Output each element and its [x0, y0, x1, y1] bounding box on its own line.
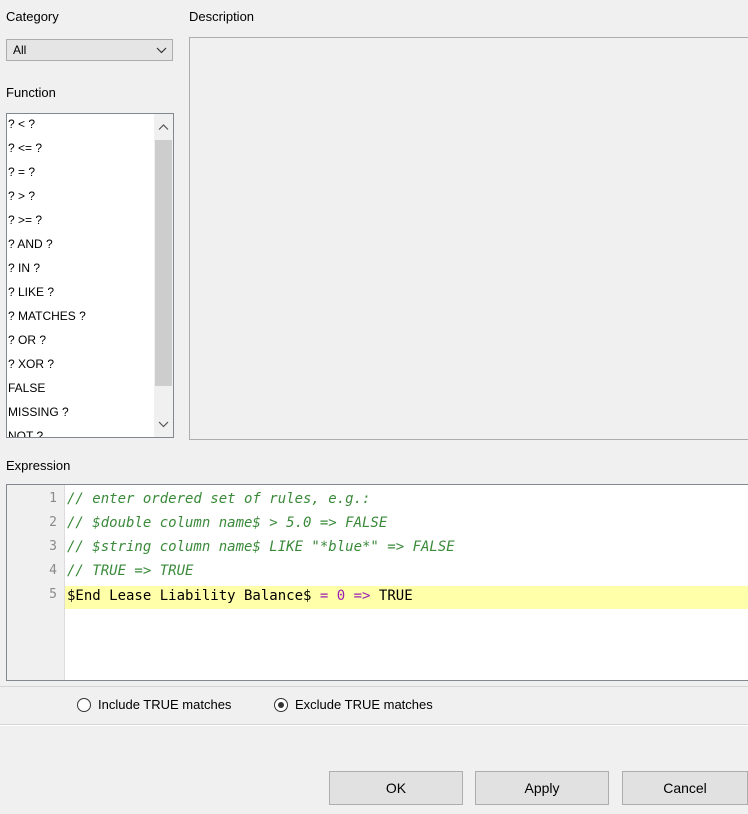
code-line: // enter ordered set of rules, e.g.: — [67, 491, 371, 507]
function-item[interactable]: NOT ? — [8, 428, 43, 437]
description-panel — [189, 37, 748, 440]
rule-arrow: => — [353, 588, 371, 604]
line-number: 1 — [49, 491, 57, 506]
category-select[interactable]: All — [6, 39, 173, 61]
category-selected-value: All — [13, 43, 27, 57]
rule-column: $End Lease Liability Balance$ — [67, 588, 312, 604]
function-list[interactable]: ? < ? ? <= ? ? = ? ? > ? ? >= ? ? AND ? … — [6, 113, 174, 438]
line-number: 4 — [49, 563, 57, 578]
chevron-down-icon — [156, 47, 167, 54]
description-label: Description — [189, 9, 255, 24]
category-label: Category — [6, 9, 59, 24]
line-number: 5 — [49, 587, 57, 602]
expression-label: Expression — [6, 458, 71, 473]
radio-selected-dot — [278, 702, 284, 708]
chevron-down-icon[interactable] — [158, 419, 169, 430]
function-item[interactable]: ? IN ? — [8, 260, 40, 284]
function-item[interactable]: ? <= ? — [8, 140, 42, 164]
exclude-true-matches-radio[interactable] — [274, 698, 288, 712]
include-true-matches-label: Include TRUE matches — [98, 697, 232, 712]
divider — [0, 725, 748, 726]
function-item[interactable]: ? > ? — [8, 188, 35, 212]
function-item[interactable]: ? < ? — [8, 116, 35, 140]
function-item[interactable]: ? OR ? — [8, 332, 46, 356]
function-item[interactable]: FALSE — [8, 380, 45, 404]
scrollbar-thumb[interactable] — [155, 140, 172, 386]
function-item[interactable]: ? LIKE ? — [8, 284, 54, 308]
code-line: // TRUE => TRUE — [67, 563, 194, 579]
function-label: Function — [6, 85, 56, 100]
code-line: // $string column name$ LIKE "*blue*" =>… — [67, 539, 455, 555]
function-item[interactable]: MISSING ? — [8, 404, 69, 428]
function-list-scrollbar[interactable] — [154, 114, 173, 437]
function-item[interactable]: ? AND ? — [8, 236, 53, 260]
function-item[interactable]: ? MATCHES ? — [8, 308, 86, 332]
ok-button[interactable]: OK — [329, 771, 463, 805]
line-number-gutter: 1 2 3 4 5 — [7, 485, 65, 680]
exclude-true-matches-label: Exclude TRUE matches — [295, 697, 433, 712]
rule-result: TRUE — [378, 588, 413, 604]
cancel-button[interactable]: Cancel — [622, 771, 748, 805]
function-item[interactable]: ? >= ? — [8, 212, 42, 236]
apply-button[interactable]: Apply — [475, 771, 609, 805]
rule-operator: = — [319, 588, 329, 604]
expression-editor[interactable]: 1 2 3 4 5 // enter ordered set of rules,… — [6, 484, 748, 681]
chevron-up-icon[interactable] — [158, 122, 169, 133]
rule-value: 0 — [336, 588, 346, 604]
code-line: // $double column name$ > 5.0 => FALSE — [67, 515, 388, 531]
divider — [0, 686, 748, 687]
line-number: 2 — [49, 515, 57, 530]
function-item[interactable]: ? XOR ? — [8, 356, 54, 380]
code-line-rule: $End Lease Liability Balance$ = 0 => TRU… — [67, 587, 413, 605]
include-true-matches-radio[interactable] — [77, 698, 91, 712]
function-item[interactable]: ? = ? — [8, 164, 35, 188]
line-number: 3 — [49, 539, 57, 554]
